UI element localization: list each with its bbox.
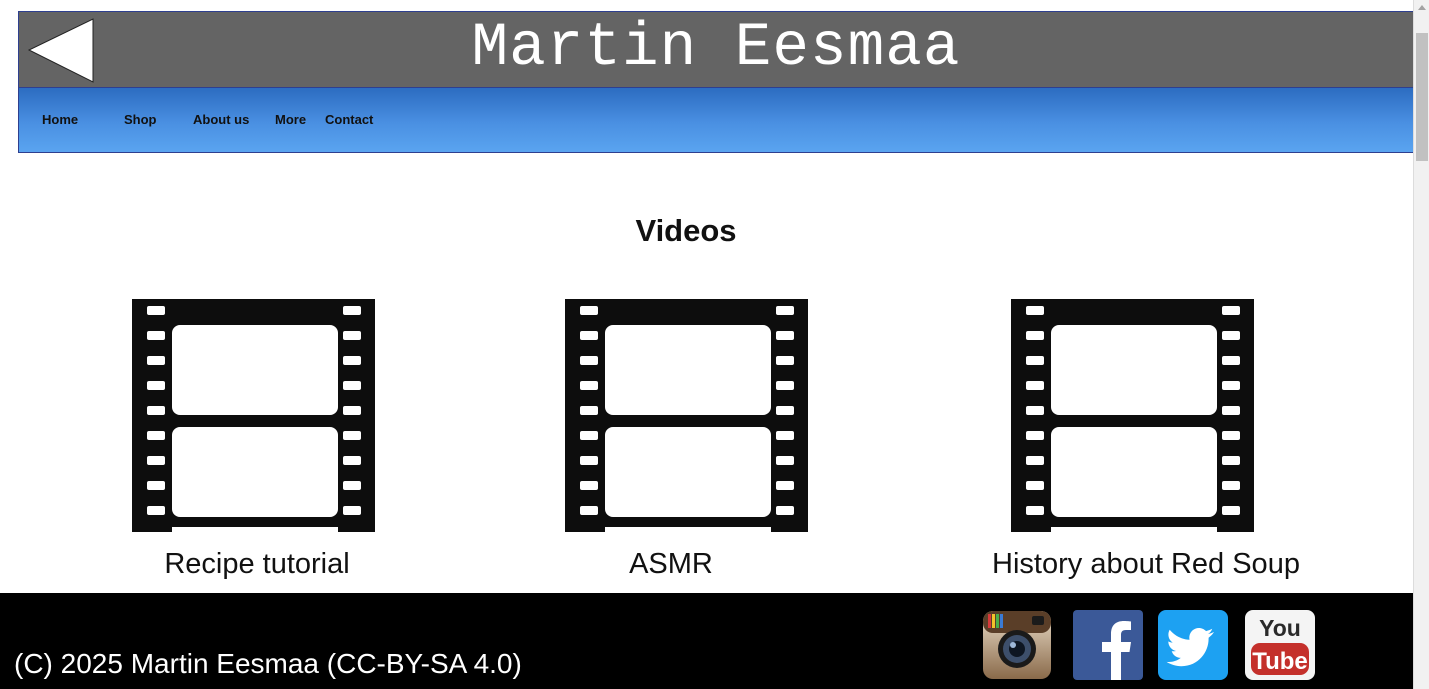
site-header: Martin Eesmaa [18, 11, 1414, 88]
copyright-text: (C) 2025 Martin Eesmaa (CC-BY-SA 4.0) [14, 648, 522, 679]
site-title: Martin Eesmaa [471, 14, 961, 83]
film-strip-icon[interactable] [565, 299, 808, 532]
nav-item-contact[interactable]: Contact [325, 112, 373, 128]
main-nav: Home Shop About us More Contact [18, 87, 1414, 153]
film-strip-icon[interactable] [132, 299, 375, 532]
video-caption: History about Red Soup [992, 548, 1300, 580]
nav-item-about-us[interactable]: About us [193, 112, 249, 128]
svg-text:You: You [1259, 615, 1301, 641]
vertical-scrollbar[interactable] [1413, 0, 1429, 689]
page-title: Videos [635, 213, 737, 248]
svg-text:Tube: Tube [1252, 648, 1308, 675]
scrollbar-thumb[interactable] [1416, 33, 1428, 161]
site-footer: (C) 2025 Martin Eesmaa (CC-BY-SA 4.0) Yo… [0, 593, 1413, 689]
video-caption: Recipe tutorial [164, 548, 350, 580]
scroll-up-arrow-icon[interactable] [1414, 0, 1429, 16]
nav-item-more[interactable]: More [275, 112, 306, 128]
facebook-icon[interactable] [1073, 610, 1143, 680]
youtube-icon[interactable]: You Tube [1245, 610, 1315, 680]
nav-item-shop[interactable]: Shop [124, 112, 157, 128]
instagram-icon[interactable] [982, 610, 1052, 680]
film-strip-icon[interactable] [1011, 299, 1254, 532]
twitter-icon[interactable] [1158, 610, 1228, 680]
video-caption: ASMR [629, 548, 713, 580]
nav-item-home[interactable]: Home [42, 112, 78, 128]
